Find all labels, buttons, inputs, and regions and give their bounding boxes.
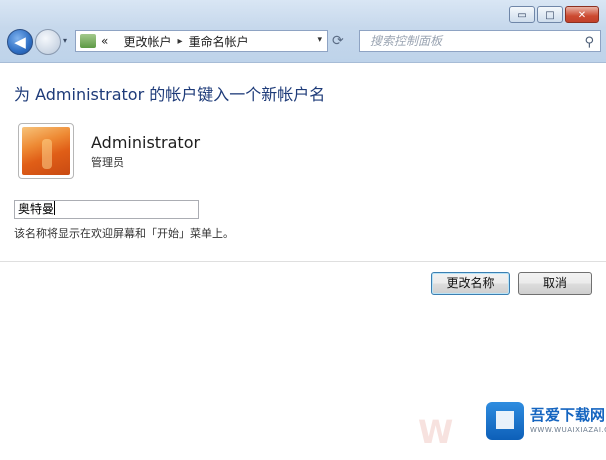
new-account-name-value: 奥特曼 (18, 202, 55, 216)
new-account-name-input[interactable]: 奥特曼 (14, 200, 199, 219)
account-name: Administrator (91, 133, 201, 152)
text-caret (54, 201, 56, 215)
minimize-button[interactable]: ▭ (509, 6, 535, 23)
watermark-faint-logo: W (418, 413, 454, 451)
change-name-button[interactable]: 更改名称 (431, 272, 510, 295)
search-input[interactable]: 搜索控制面板 ⚲ (359, 30, 601, 52)
watermark-logo-icon (486, 402, 524, 440)
watermark-title: 吾爱下载网 (530, 406, 606, 424)
account-role: 管理员 (91, 156, 124, 169)
forward-button[interactable] (35, 29, 61, 55)
close-button[interactable]: ✕ (565, 6, 599, 23)
refresh-icon[interactable]: ⟳ (332, 33, 344, 49)
recent-pages-dropdown-icon[interactable]: ▾ (63, 36, 67, 45)
name-hint-text: 该名称将显示在欢迎屏幕和「开始」菜单上。 (14, 227, 234, 240)
window-controls: ▭ □ ✕ (509, 6, 599, 23)
address-overflow-chevron[interactable]: « (101, 34, 108, 48)
watermark-subtitle: WWW.WUAIXIAZAI.COM (530, 426, 606, 434)
address-bar[interactable]: « 更改帐户 ▸ 重命名帐户 ▾ (75, 30, 328, 52)
control-panel-icon (80, 34, 96, 48)
breadcrumb-separator-icon (114, 36, 117, 47)
address-dropdown-icon[interactable]: ▾ (317, 35, 322, 45)
title-bar: ▭ □ ✕ ◀ ▾ « 更改帐户 ▸ 重命名帐户 ▾ ⟳ 搜索控制面板 ⚲ (0, 0, 606, 63)
back-button[interactable]: ◀ (7, 29, 33, 55)
avatar-picture-icon (22, 127, 70, 175)
search-icon[interactable]: ⚲ (584, 33, 594, 53)
cancel-button[interactable]: 取消 (518, 272, 592, 295)
maximize-button[interactable]: □ (537, 6, 563, 23)
page-title: 为 Administrator 的帐户键入一个新帐户名 (14, 85, 326, 104)
breadcrumb-rename-account[interactable]: 重命名帐户 (189, 33, 249, 50)
breadcrumb-separator-icon[interactable]: ▸ (178, 36, 183, 47)
avatar (18, 123, 74, 179)
breadcrumb-change-account[interactable]: 更改帐户 (124, 33, 172, 50)
search-placeholder: 搜索控制面板 (370, 34, 443, 48)
back-arrow-icon: ◀ (14, 33, 26, 51)
divider (0, 261, 606, 262)
